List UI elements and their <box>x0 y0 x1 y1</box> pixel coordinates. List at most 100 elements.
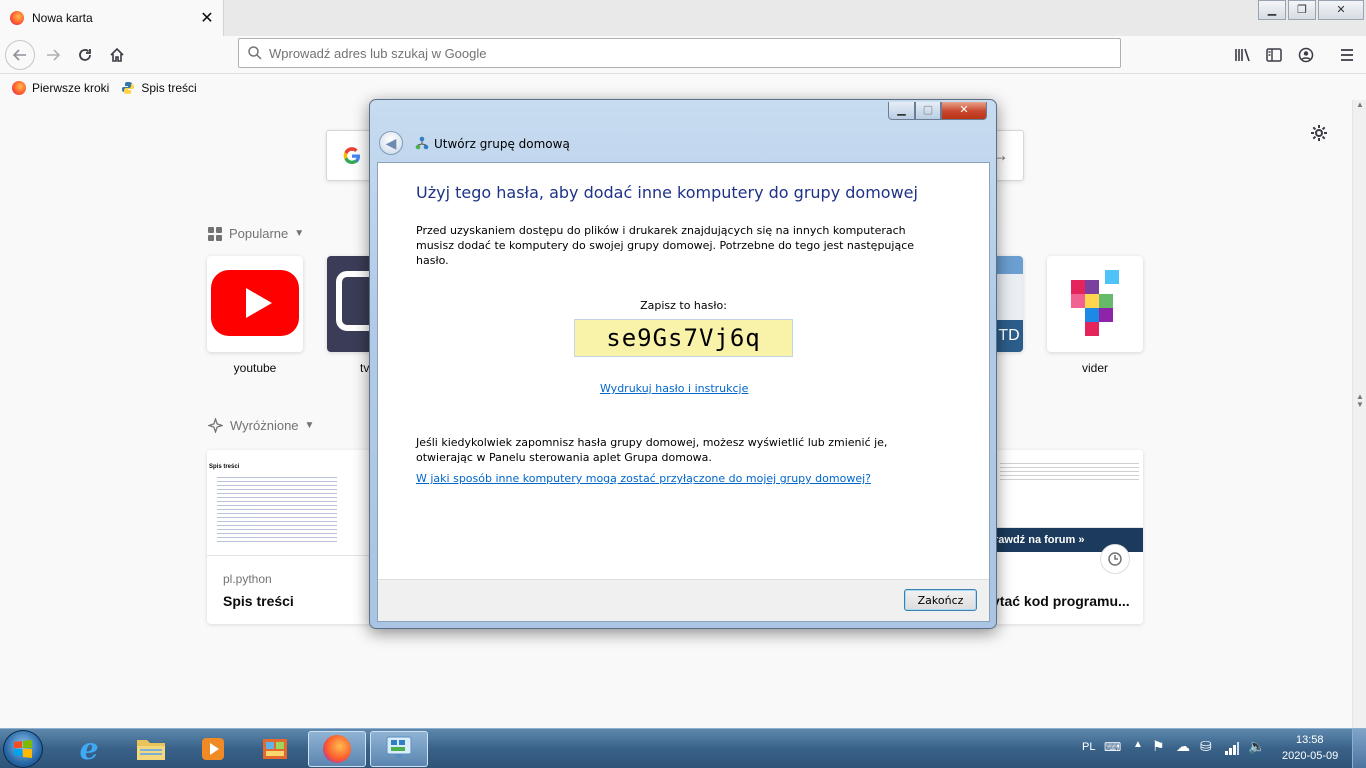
python-icon <box>122 81 135 94</box>
firefox-icon <box>12 80 26 95</box>
cloud-icon[interactable]: ☁ <box>1176 738 1190 755</box>
card-title: Spis treści <box>223 593 294 609</box>
taskbar-explorer[interactable] <box>122 731 180 767</box>
homegroup-icon <box>415 136 429 150</box>
account-icon <box>1298 47 1314 63</box>
top-site-youtube[interactable] <box>207 256 303 352</box>
clock-icon <box>1100 544 1130 574</box>
youtube-icon <box>211 270 299 336</box>
clock-date[interactable]: 2020-05-09 <box>1282 750 1338 762</box>
taskbar-control-panel[interactable] <box>246 731 304 767</box>
tab-strip: Nowa karta ✕ ▁ ❐ ✕ <box>0 0 1366 36</box>
volume-icon[interactable]: 🔈 <box>1248 738 1265 755</box>
minimize-window-button[interactable]: ▁ <box>1258 0 1286 20</box>
close-tab-icon[interactable]: ✕ <box>195 8 219 28</box>
firefox-icon <box>10 11 24 25</box>
gear-icon[interactable] <box>1310 124 1328 142</box>
hamburger-menu-icon <box>1341 49 1353 61</box>
site-thumbnail <box>995 256 1023 274</box>
google-icon <box>343 147 360 165</box>
popular-title: Popularne <box>229 226 289 241</box>
maximize-dialog-button[interactable]: ▢ <box>915 102 941 120</box>
popular-section-header[interactable]: Popularne ▼ <box>208 226 304 241</box>
menu-button[interactable] <box>1332 40 1362 70</box>
bookmark-spis-tresci[interactable]: Spis treści <box>121 81 197 95</box>
taskbar-media-player[interactable] <box>184 731 242 767</box>
how-to-join-link[interactable]: W jaki sposób inne komputery mogą zostać… <box>416 472 871 485</box>
intro-text: Przed uzyskaniem dostępu do plików i dru… <box>416 224 915 267</box>
highlights-section-header[interactable]: Wyróżnione ▼ <box>208 418 314 433</box>
bookmark-pierwsze-kroki[interactable]: Pierwsze kroki <box>12 80 110 95</box>
library-icon <box>1235 48 1250 62</box>
back-arrow-icon[interactable]: ◀ <box>379 131 403 155</box>
account-button[interactable] <box>1291 40 1321 70</box>
address-bar[interactable] <box>238 38 1121 68</box>
language-indicator[interactable]: PL <box>1082 741 1095 753</box>
scroll-down-icon[interactable]: ▼ <box>1356 400 1364 409</box>
highlight-card-spis-tresci[interactable]: Spis treści pl.python Spis treści <box>207 450 377 624</box>
grid-icon <box>208 226 222 241</box>
card-thumbnail <box>990 450 1143 528</box>
search-input[interactable] <box>269 45 1120 61</box>
thumbnail-lines <box>217 474 337 544</box>
chevron-down-icon: ▼ <box>304 420 315 431</box>
minimize-dialog-button[interactable]: ▁ <box>888 102 915 120</box>
start-button[interactable] <box>3 730 43 768</box>
dialog-heading: Użyj tego hasła, aby dodać inne komputer… <box>416 183 918 202</box>
thumbnail-lines <box>1000 460 1139 480</box>
reload-button[interactable] <box>70 40 100 70</box>
page-scrollbar[interactable]: ▲ ▲ ▼ <box>1352 100 1366 728</box>
sidebar-button[interactable] <box>1259 40 1289 70</box>
card-title: ytać kod programu... <box>992 593 1130 609</box>
reload-icon <box>79 49 91 61</box>
print-password-link[interactable]: Wydrukuj hasło i instrukcje <box>600 382 748 395</box>
scroll-up-icon[interactable]: ▲ <box>1356 100 1364 109</box>
top-site-vider[interactable] <box>1047 256 1143 352</box>
windows-taskbar: e PL ⌨ ▲ ⚑ ☁ ⛁ 🔈 13:58 2020-05-09 <box>0 728 1366 768</box>
finish-button[interactable]: Zakończ <box>904 589 977 611</box>
internet-explorer-icon: e <box>79 731 99 767</box>
control-panel-icon <box>263 739 287 759</box>
taskbar-homegroup[interactable] <box>370 731 428 767</box>
highlight-card-forum[interactable]: rawdź na forum » ytać kod programu... <box>990 450 1143 624</box>
highlights-title: Wyróżnione <box>230 418 299 433</box>
maximize-window-button[interactable]: ❐ <box>1288 0 1316 20</box>
close-dialog-button[interactable]: ✕ <box>941 102 987 120</box>
dialog-content: Użyj tego hasła, aby dodać inne komputer… <box>377 162 990 622</box>
dialog-footer: Zakończ <box>378 579 989 621</box>
home-button[interactable] <box>102 40 132 70</box>
usb-device-icon[interactable]: ⛁ <box>1200 738 1212 755</box>
homegroup-icon <box>386 736 412 758</box>
keyboard-icon[interactable]: ⌨ <box>1104 740 1121 754</box>
navigation-toolbar <box>0 36 1366 74</box>
taskbar-internet-explorer[interactable]: e <box>60 731 118 767</box>
close-window-button[interactable]: ✕ <box>1318 0 1364 20</box>
card-thumbnail: Spis treści <box>207 450 377 556</box>
chevron-up-icon[interactable]: ▲ <box>1133 739 1143 750</box>
back-arrow-icon <box>12 49 26 61</box>
library-button[interactable] <box>1228 40 1258 70</box>
taskbar-firefox[interactable] <box>308 731 366 767</box>
forward-arrow-icon <box>47 49 61 61</box>
clock-time[interactable]: 13:58 <box>1296 734 1324 746</box>
dialog-title: Utwórz grupę domową <box>434 137 570 151</box>
forget-password-text: Jeśli kiedykolwiek zapomnisz hasła grupy… <box>416 436 888 464</box>
bookmark-label: Pierwsze kroki <box>32 80 110 95</box>
top-site-label: youtube <box>233 361 277 375</box>
home-icon <box>110 47 124 62</box>
forward-button[interactable] <box>38 40 68 70</box>
td-logo-icon: TD <box>995 320 1023 352</box>
tab-new-tab[interactable]: Nowa karta ✕ <box>0 0 224 36</box>
show-desktop-button[interactable] <box>1352 729 1366 768</box>
network-icon[interactable] <box>1224 740 1240 756</box>
bookmarks-toolbar: Pierwsze kroki Spis treści <box>0 75 1366 100</box>
action-center-icon[interactable]: ⚑ <box>1152 738 1165 755</box>
thumbnail-heading: Spis treści <box>209 464 240 470</box>
back-button[interactable] <box>5 40 35 70</box>
chevron-down-icon: ▼ <box>294 228 305 239</box>
vider-logo-icon <box>1071 270 1119 336</box>
firefox-icon <box>323 735 351 763</box>
password-label: Zapisz to hasło: <box>640 299 727 312</box>
password-field[interactable]: se9Gs7Vj6q <box>574 319 793 357</box>
homegroup-dialog: ▁ ▢ ✕ ◀ Utwórz grupę domową Użyj tego ha… <box>369 99 997 629</box>
